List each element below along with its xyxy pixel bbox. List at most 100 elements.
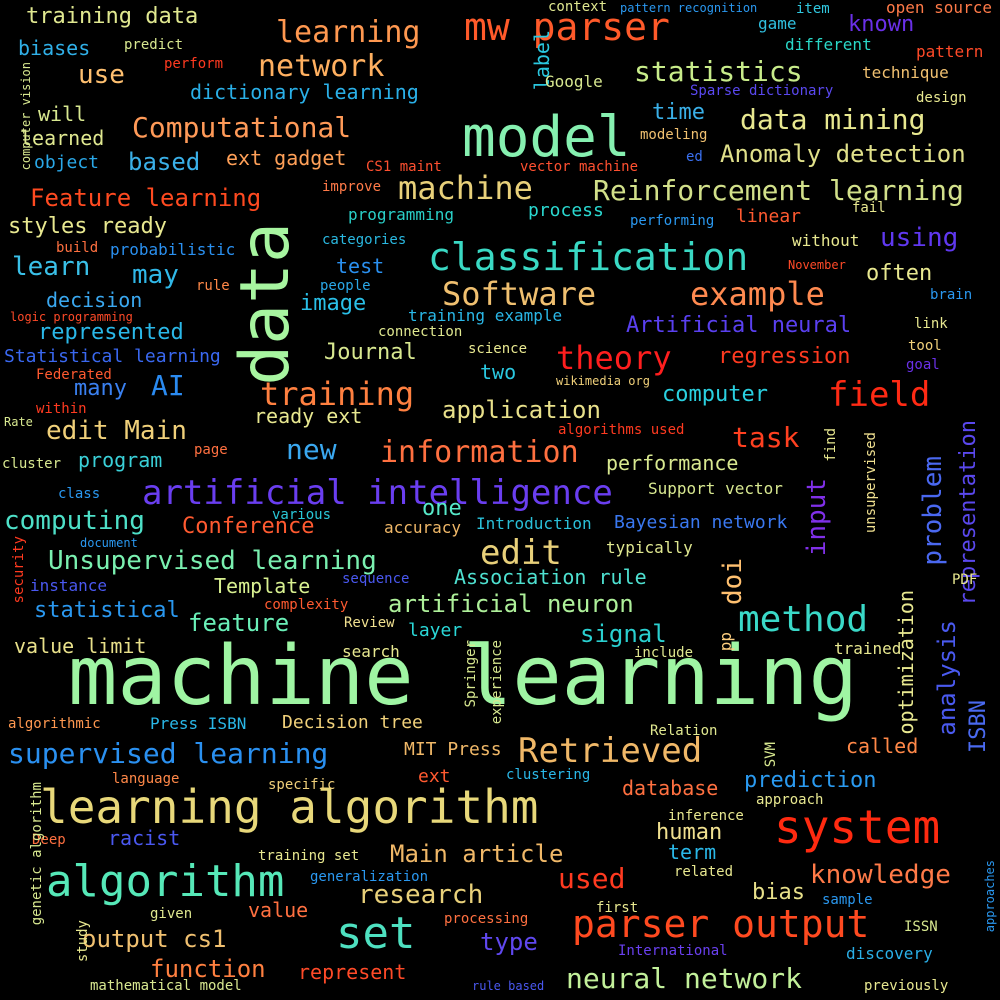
cloud-word: model xyxy=(462,105,631,170)
cloud-word: signal xyxy=(580,620,667,648)
cloud-word: MIT Press xyxy=(404,739,502,760)
cloud-word: accuracy xyxy=(384,518,462,537)
cloud-word: Bayesian network xyxy=(614,512,788,533)
cloud-word: computer xyxy=(662,382,768,407)
cloud-word: Journal xyxy=(324,340,417,365)
cloud-word: method xyxy=(738,599,869,640)
cloud-word: ISSN xyxy=(904,919,938,935)
cloud-word: Press ISBN xyxy=(150,714,247,733)
cloud-word: program xyxy=(78,448,163,472)
cloud-word: wikimedia org xyxy=(556,374,650,388)
cloud-word: build xyxy=(56,240,99,256)
cloud-word: linear xyxy=(736,206,802,227)
cloud-word: Rate xyxy=(4,415,33,429)
cloud-word: discovery xyxy=(846,944,933,963)
cloud-word: goal xyxy=(906,357,940,373)
cloud-word: using xyxy=(880,223,959,253)
cloud-word: prediction xyxy=(744,768,877,793)
cloud-word: vector machine xyxy=(520,159,639,175)
cloud-word: Support vector xyxy=(648,479,783,498)
cloud-word: without xyxy=(792,231,860,250)
cloud-word: performing xyxy=(630,213,715,229)
cloud-word: context xyxy=(548,0,608,15)
cloud-word: two xyxy=(480,360,517,384)
cloud-word: Federated xyxy=(36,367,112,383)
cloud-word: artificial neuron xyxy=(388,590,634,618)
cloud-word: Review xyxy=(344,615,395,631)
cloud-word: value xyxy=(248,898,309,922)
cloud-word: people xyxy=(320,278,371,294)
cloud-word: artificial intelligence xyxy=(142,473,613,513)
cloud-word: Google xyxy=(545,72,603,91)
cloud-word: open source xyxy=(886,0,992,17)
cloud-word: mathematical model xyxy=(90,978,242,994)
cloud-word: unsupervised xyxy=(863,432,879,534)
cloud-word: one xyxy=(422,496,462,521)
cloud-word: previously xyxy=(864,978,949,994)
cloud-word: object xyxy=(34,152,100,173)
cloud-word: predict xyxy=(124,37,184,53)
cloud-word: data mining xyxy=(740,103,926,136)
cloud-word: represent xyxy=(298,960,407,984)
cloud-word: within xyxy=(36,401,87,417)
cloud-word: typically xyxy=(606,538,693,557)
cloud-word: supervised learning xyxy=(8,737,329,770)
cloud-word: tool xyxy=(908,338,942,354)
cloud-word: computer vision xyxy=(19,62,33,171)
cloud-word: learning xyxy=(276,15,421,50)
cloud-word: categories xyxy=(322,232,407,248)
cloud-word: application xyxy=(442,396,601,424)
cloud-word: design xyxy=(916,90,967,106)
cloud-word: Statistical learning xyxy=(4,346,221,367)
cloud-word: language xyxy=(112,771,180,787)
cloud-word: Introduction xyxy=(476,514,592,533)
cloud-word: time xyxy=(652,100,705,125)
cloud-word: technique xyxy=(862,63,949,82)
cloud-word: regression xyxy=(718,344,851,369)
cloud-word: ISBN xyxy=(966,700,991,753)
cloud-word: class xyxy=(58,486,101,502)
cloud-word: styles ready xyxy=(8,214,167,239)
cloud-word: ext xyxy=(418,766,451,787)
cloud-word: rule xyxy=(196,278,230,294)
cloud-word: Springer xyxy=(463,640,479,708)
cloud-word: Retrieved xyxy=(518,731,703,771)
cloud-word: machine xyxy=(398,169,533,207)
cloud-word: ed xyxy=(686,149,703,165)
cloud-word: bias xyxy=(752,880,805,905)
cloud-word: training data xyxy=(26,4,199,29)
cloud-word: sequence xyxy=(342,571,410,587)
cloud-word: game xyxy=(758,14,797,33)
cloud-word: represented xyxy=(38,320,184,345)
cloud-word: output cs1 xyxy=(82,925,227,953)
cloud-word: sample xyxy=(822,892,873,908)
cloud-word: approach xyxy=(756,792,824,808)
cloud-word: search xyxy=(342,642,400,661)
cloud-word: pattern xyxy=(916,42,984,61)
cloud-word: theory xyxy=(556,339,672,377)
cloud-word: pattern recognition xyxy=(620,1,758,15)
cloud-word: Artificial neural xyxy=(626,313,852,338)
cloud-word: Feature learning xyxy=(30,184,262,212)
cloud-word: term xyxy=(668,840,717,864)
cloud-word: system xyxy=(774,800,941,854)
cloud-word: racist xyxy=(108,826,181,850)
cloud-word: November xyxy=(788,258,846,272)
cloud-word: information xyxy=(380,435,579,470)
cloud-word: used xyxy=(558,862,626,895)
cloud-word: logic programming xyxy=(10,310,133,324)
cloud-word: use xyxy=(78,60,125,90)
cloud-word: given xyxy=(150,906,193,922)
cloud-word: Computational xyxy=(132,111,352,144)
cloud-word: processing xyxy=(444,911,529,927)
cloud-word: may xyxy=(132,260,179,290)
cloud-word: type xyxy=(480,928,538,956)
cloud-word: science xyxy=(468,341,528,357)
cloud-word: algorithmic xyxy=(8,716,101,732)
cloud-word: often xyxy=(866,261,933,286)
cloud-word: new xyxy=(286,433,337,466)
cloud-word: example xyxy=(690,275,825,313)
cloud-word: ext gadget xyxy=(226,146,347,170)
cloud-word: decision xyxy=(46,288,143,312)
cloud-word: modeling xyxy=(640,127,708,143)
